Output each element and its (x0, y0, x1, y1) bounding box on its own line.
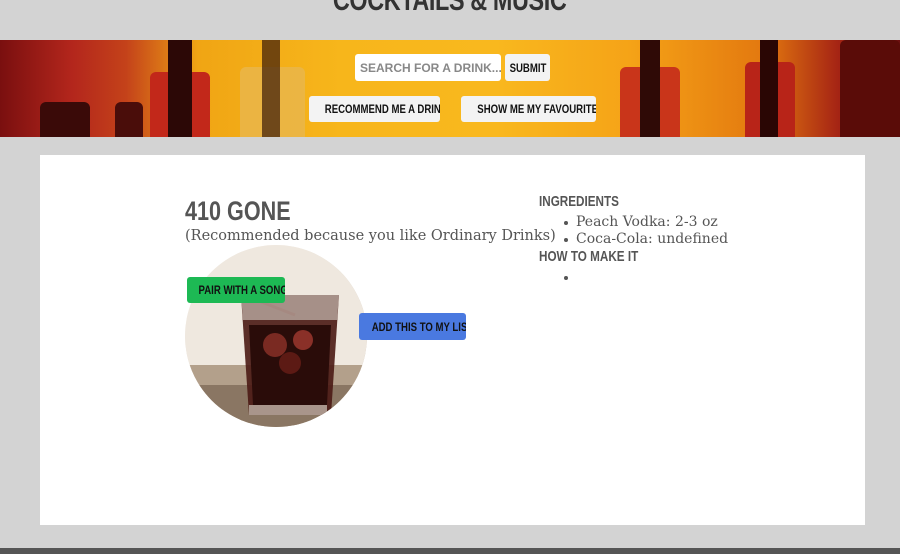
drink-image (185, 245, 367, 427)
ingredients-heading-text: INGREDIENTS (539, 193, 619, 210)
pair-button-label: PAIR WITH A SONG! (198, 283, 285, 297)
site-title: COCKTAILS & MUSIC (0, 0, 900, 18)
recommendation-reason: (Recommended because you like Ordinary D… (185, 228, 556, 244)
site-title-text: COCKTAILS & MUSIC (333, 0, 567, 17)
bottle-silhouette (115, 102, 143, 137)
ingredients-heading: INGREDIENTS (539, 193, 642, 210)
bottle-silhouette (840, 40, 900, 137)
ingredient-item: Coca-Cola: undefined (563, 231, 729, 247)
steps-list (562, 269, 580, 286)
bottle-silhouette (640, 40, 660, 137)
how-to-heading: HOW TO MAKE IT (539, 248, 666, 265)
favourites-button-label: SHOW ME MY FAVOURITES! (477, 102, 596, 116)
drink-name-text: 410 GONE (185, 196, 291, 226)
add-to-list-button[interactable]: ADD THIS TO MY LIST (359, 313, 466, 340)
drink-card: 410 GONE (Recommended because you like O… (40, 155, 865, 525)
submit-button-label: SUBMIT (509, 60, 547, 75)
drink-name: 410 GONE (185, 196, 317, 227)
cocktail-glass-icon (185, 245, 367, 427)
recommend-drink-button[interactable]: RECOMMEND ME A DRINK! (309, 96, 440, 122)
ingredient-item: Peach Vodka: 2-3 oz (563, 214, 728, 231)
how-to-heading-text: HOW TO MAKE IT (539, 248, 639, 265)
show-favourites-button[interactable]: SHOW ME MY FAVOURITES! (461, 96, 596, 122)
recommend-button-label: RECOMMEND ME A DRINK! (324, 102, 440, 116)
pair-with-song-button[interactable]: PAIR WITH A SONG! (187, 277, 285, 303)
bottle-silhouette (262, 40, 280, 137)
bottle-silhouette (168, 40, 192, 137)
bottle-silhouette (760, 40, 778, 137)
bottle-silhouette (40, 102, 90, 137)
submit-button[interactable]: SUBMIT (505, 54, 550, 81)
step-item (562, 269, 580, 286)
footer-bar (0, 548, 900, 554)
ingredients-list: Peach Vodka: 2-3 oz Coca-Cola: undefined (563, 214, 729, 248)
search-input[interactable] (355, 54, 501, 81)
add-button-label: ADD THIS TO MY LIST (371, 319, 466, 334)
